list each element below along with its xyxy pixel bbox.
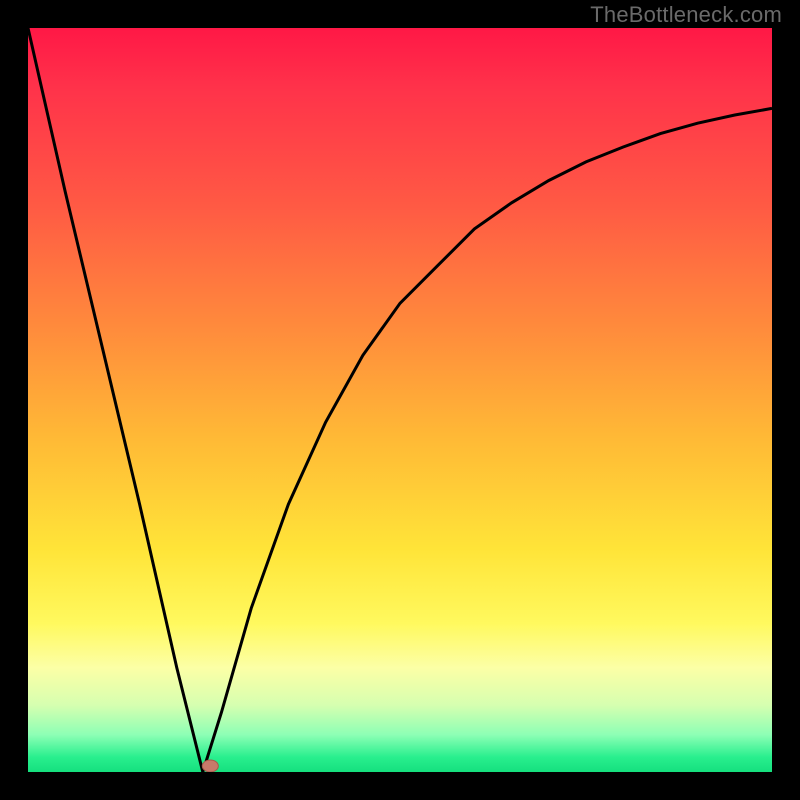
chart-svg xyxy=(28,28,772,772)
chart-frame: TheBottleneck.com xyxy=(0,0,800,800)
optimal-point-marker xyxy=(202,760,218,772)
watermark-text: TheBottleneck.com xyxy=(590,2,782,28)
plot-area xyxy=(28,28,772,772)
bottleneck-curve xyxy=(28,28,772,772)
